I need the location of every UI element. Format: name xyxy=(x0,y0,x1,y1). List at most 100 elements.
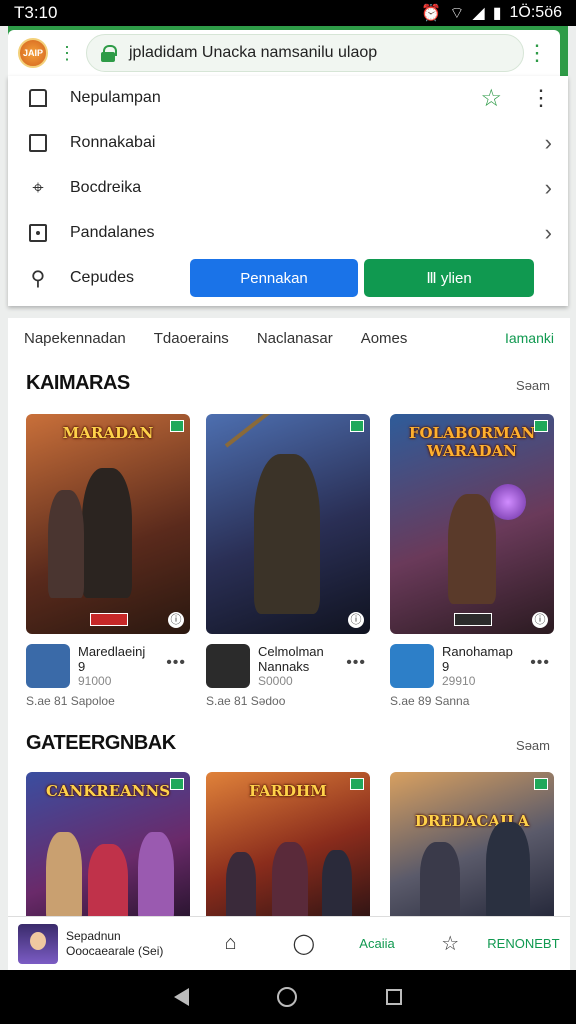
menu-item-label: Ronnakabai xyxy=(70,134,156,151)
tab-4[interactable]: Iamanki xyxy=(505,330,554,346)
cover-title: FOLABORMAN WARADAN xyxy=(408,424,536,460)
menu-item-0[interactable]: Nepulampan ☆ ⋮ xyxy=(8,76,568,120)
menu-item-3[interactable]: Pandalanes › xyxy=(8,211,568,255)
menu-item-label: Cepudes xyxy=(70,269,135,286)
status-bar: T3:10 ⏰ ⌔ ◢ ▮ 1Ö:5ö6 xyxy=(0,0,576,26)
game-cover[interactable]: ⓘ xyxy=(206,414,370,634)
avatar[interactable] xyxy=(18,923,58,964)
info-icon[interactable]: ⓘ xyxy=(168,612,184,628)
info-icon[interactable]: ⓘ xyxy=(532,612,548,628)
game-meta: Ranohamap 9 29910 S.ae 89 Sanna ••• xyxy=(390,642,554,708)
badge-icon xyxy=(534,420,548,432)
more-horiz-icon[interactable]: ••• xyxy=(346,654,366,672)
game-card[interactable]: FOLABORMAN WARADAN ⓘ Ranohamap 9 29910 S.… xyxy=(390,414,554,708)
bottom-bar: Sepadnun Ooocaearale (Sei) ⌂ ◯ Acaiia ☆ … xyxy=(8,916,570,970)
game-cover[interactable]: DREDACAILA xyxy=(390,772,554,918)
bookmark-icon xyxy=(24,84,52,112)
recents-icon[interactable] xyxy=(385,989,402,1005)
game-thumbnail[interactable] xyxy=(26,644,70,688)
tab-0[interactable]: Napekennadan xyxy=(24,330,126,347)
game-name: Maredlaeinj 9 xyxy=(78,644,146,674)
badge-icon xyxy=(170,420,184,432)
game-rating: S.ae 89 Sanna xyxy=(390,694,470,708)
section-title: KAIMARAS xyxy=(26,372,130,394)
nav-label-green[interactable]: Acaiia xyxy=(340,936,413,951)
tab-3[interactable]: Aomes xyxy=(361,330,408,347)
tag-badge xyxy=(454,613,492,626)
character-figure xyxy=(322,850,352,918)
now-playing[interactable]: Sepadnun Ooocaearale (Sei) xyxy=(66,929,194,959)
more-vert-icon[interactable]: ⋮ xyxy=(530,85,552,111)
home-circle-icon[interactable] xyxy=(277,987,298,1007)
more-vert-icon[interactable]: ⋮ xyxy=(58,44,76,62)
app-logo-text: JAIP xyxy=(22,48,43,58)
character-figure xyxy=(448,494,496,604)
chevron-right-icon: › xyxy=(544,130,552,155)
now-playing-sub: Ooocaearale (Sei) xyxy=(66,943,164,958)
chevron-right-icon: › xyxy=(544,220,552,245)
chat-icon[interactable]: ◯ xyxy=(267,931,340,956)
game-cover[interactable]: MARADAN ⓘ xyxy=(26,414,190,634)
game-cover[interactable]: FOLABORMAN WARADAN ⓘ xyxy=(390,414,554,634)
category-tabs: Napekennadan Tdaoerains Naclanasar Aomes… xyxy=(8,318,570,358)
system-nav-bar xyxy=(0,970,576,1024)
nav-label-right[interactable]: RENONEBT xyxy=(487,936,560,951)
info-icon[interactable]: ⓘ xyxy=(348,612,364,628)
file-icon xyxy=(24,129,52,157)
game-meta: Maredlaeinj 9 91000 S.ae 81 Sapoloe ••• xyxy=(26,642,190,708)
overflow-menu-icon[interactable]: ⋮ xyxy=(524,42,550,64)
game-name: Ranohamap 9 xyxy=(442,644,513,674)
main-content: Napekennadan Tdaoerains Naclanasar Aomes… xyxy=(8,318,570,918)
status-time: T3:10 xyxy=(14,3,58,22)
battery-icon: ▮ xyxy=(492,5,502,22)
cover-title: FARDHM xyxy=(249,782,327,800)
menu-item-4[interactable]: ⚲ Cepudes Pennakan Ⅲ ylien xyxy=(8,256,568,300)
game-price: S0000 xyxy=(258,674,293,688)
character-figure xyxy=(82,468,132,598)
badge-icon xyxy=(350,778,364,790)
star-icon[interactable]: ☆ xyxy=(414,931,487,956)
character-figure xyxy=(272,842,308,918)
character-figure xyxy=(486,822,530,918)
menu-item-1[interactable]: Ronnakabai › xyxy=(8,121,568,165)
menu-item-label: Nepulampan xyxy=(70,89,161,106)
menu-item-label: Bocdreika xyxy=(70,179,142,196)
status-clock: 1Ö:5ö6 xyxy=(509,4,562,21)
game-cover[interactable]: CANKREANNS xyxy=(26,772,190,918)
url-field[interactable]: jpladidam Unacka namsanilu ulaop xyxy=(86,34,524,72)
game-meta: Celmolman Nannaks S0000 S.ae 81 Sədoo ••• xyxy=(206,642,370,708)
game-cover[interactable]: FARDHM xyxy=(206,772,370,918)
wifi-icon: ⌔ xyxy=(449,5,465,22)
primary-button[interactable]: Pennakan xyxy=(190,259,358,297)
section-more-link[interactable]: Səam xyxy=(516,738,550,753)
alarm-icon: ⏰ xyxy=(421,5,442,22)
character-figure xyxy=(420,842,460,918)
secondary-button[interactable]: Ⅲ ylien xyxy=(364,259,534,297)
character-figure xyxy=(88,844,128,918)
signal-icon: ◢ xyxy=(472,5,485,22)
game-card[interactable]: CANKREANNS xyxy=(26,772,190,918)
tag-badge xyxy=(90,613,128,626)
game-card[interactable]: ⓘ Celmolman Nannaks S0000 S.ae 81 Sədoo •… xyxy=(206,414,370,708)
more-horiz-icon[interactable]: ••• xyxy=(530,654,550,672)
tag-icon: ⌖ xyxy=(32,176,44,199)
game-card[interactable]: FARDHM xyxy=(206,772,370,918)
game-card[interactable]: DREDACAILA xyxy=(390,772,554,918)
section-more-link[interactable]: Səam xyxy=(516,378,550,393)
app-logo-icon[interactable]: JAIP xyxy=(18,38,48,68)
badge-icon xyxy=(534,778,548,790)
now-playing-title: Sepadnun xyxy=(66,928,121,943)
tab-2[interactable]: Naclanasar xyxy=(257,330,333,347)
tab-1[interactable]: Tdaoerains xyxy=(154,330,229,347)
home-icon[interactable]: ⌂ xyxy=(194,932,267,955)
back-icon[interactable] xyxy=(174,988,190,1006)
game-thumbnail[interactable] xyxy=(206,644,250,688)
more-horiz-icon[interactable]: ••• xyxy=(166,654,186,672)
character-figure xyxy=(48,490,84,598)
game-rating: S.ae 81 Sədoo xyxy=(206,694,286,708)
game-card[interactable]: MARADAN ⓘ Maredlaeinj 9 91000 S.ae 81 Sap… xyxy=(26,414,190,708)
game-thumbnail[interactable] xyxy=(390,644,434,688)
star-icon[interactable]: ☆ xyxy=(480,84,502,113)
menu-item-2[interactable]: ⌖ Bocdreika › xyxy=(8,166,568,210)
game-name: Celmolman Nannaks xyxy=(258,644,324,674)
